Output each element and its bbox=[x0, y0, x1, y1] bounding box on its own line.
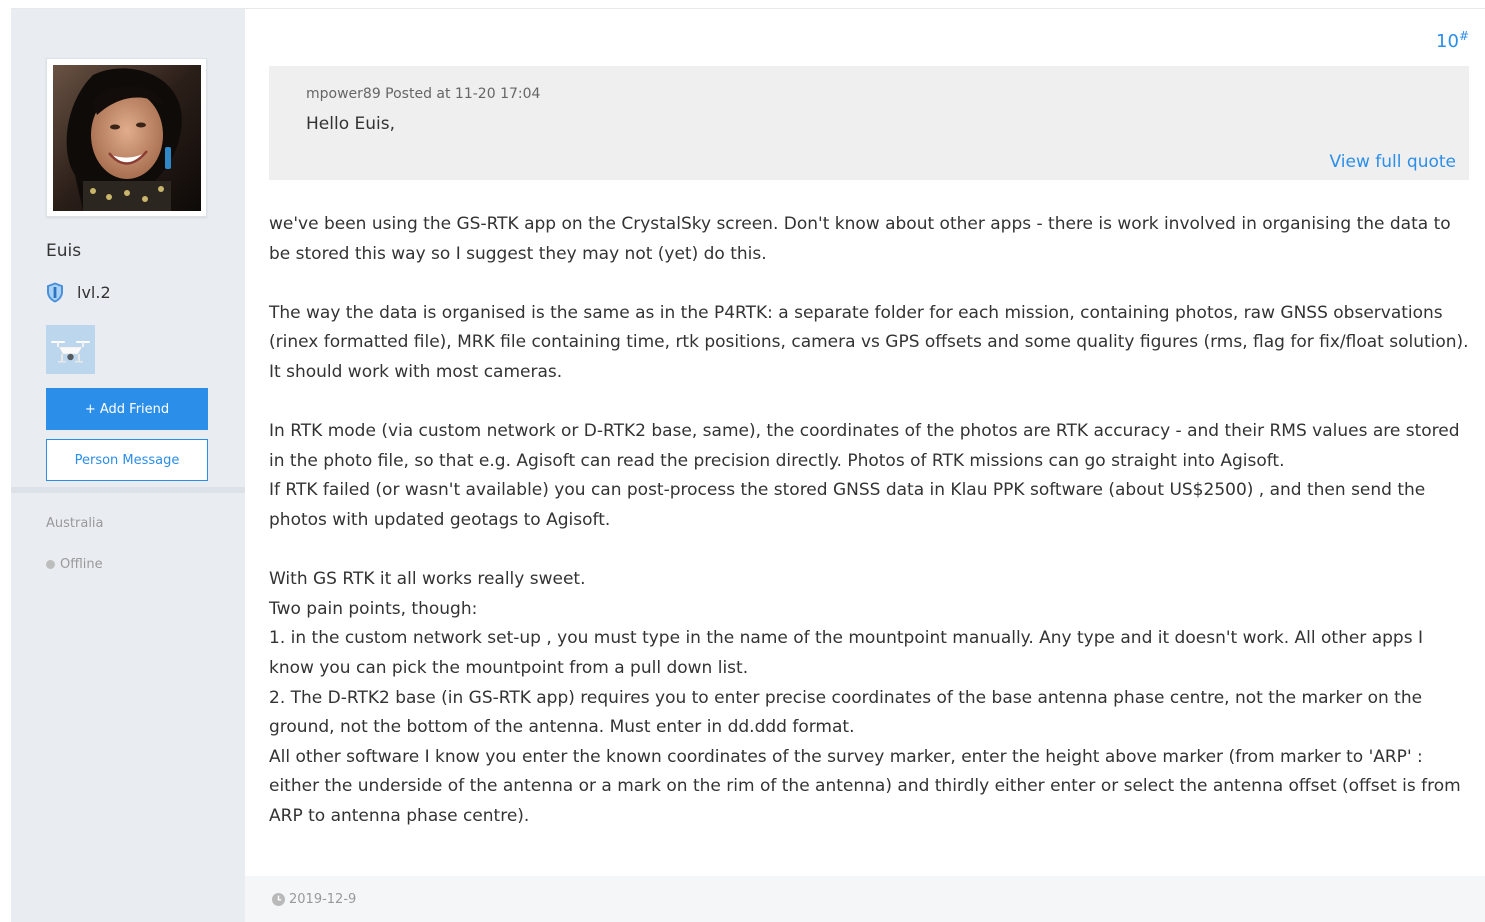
clock-icon bbox=[272, 893, 285, 906]
author-location: Australia bbox=[46, 516, 104, 531]
floor-number[interactable]: 10# bbox=[1436, 29, 1469, 52]
paragraph: All other software I know you enter the … bbox=[269, 746, 1461, 826]
sidebar-divider bbox=[11, 487, 245, 493]
paragraph: Two pain points, though: bbox=[269, 598, 478, 619]
level-text: lvl.2 bbox=[77, 282, 111, 302]
post-body: we've been using the GS-RTK app on the C… bbox=[269, 210, 1469, 831]
quote-block: mpower89 Posted at 11-20 17:04 Hello Eui… bbox=[269, 66, 1469, 180]
paragraph: we've been using the GS-RTK app on the C… bbox=[269, 214, 1451, 264]
add-friend-button[interactable]: + Add Friend bbox=[46, 388, 208, 430]
avatar-image bbox=[53, 65, 201, 211]
paragraph: 2. The D-RTK2 base (in GS-RTK app) requi… bbox=[269, 687, 1423, 738]
avatar-frame[interactable] bbox=[46, 58, 207, 217]
status-text: Offline bbox=[60, 557, 103, 572]
author-card: Euis lvl.2 + Add Friend Person Message bbox=[11, 9, 245, 487]
quote-meta: mpower89 Posted at 11-20 17:04 bbox=[306, 86, 541, 102]
online-status: Offline bbox=[46, 557, 103, 572]
paragraph: 1. in the custom network set-up , you mu… bbox=[269, 628, 1423, 678]
floor-mark: # bbox=[1458, 29, 1469, 43]
post-content: 10# mpower89 Posted at 11-20 17:04 Hello… bbox=[245, 9, 1485, 922]
avatar[interactable] bbox=[53, 65, 201, 211]
date-text: 2019-12-9 bbox=[289, 892, 357, 907]
post-date: 2019-12-9 bbox=[272, 892, 356, 907]
paragraph: With GS RTK it all works really sweet. bbox=[269, 569, 586, 590]
user-level: lvl.2 bbox=[46, 281, 111, 303]
author-name[interactable]: Euis bbox=[46, 241, 81, 261]
paragraph: If RTK failed (or wasn't available) you … bbox=[269, 480, 1426, 530]
offline-dot-icon bbox=[46, 560, 55, 569]
floor-value: 10 bbox=[1436, 31, 1459, 52]
forum-post: Euis lvl.2 + Add Friend Person Message A… bbox=[11, 8, 1485, 922]
paragraph: In RTK mode (via custom network or D-RTK… bbox=[269, 421, 1460, 471]
post-footer: 2019-12-9 bbox=[245, 876, 1485, 922]
person-message-button[interactable]: Person Message bbox=[46, 439, 208, 481]
drone-icon bbox=[51, 341, 90, 363]
paragraph: The way the data is organised is the sam… bbox=[269, 302, 1469, 382]
view-full-quote-link[interactable]: View full quote bbox=[1330, 152, 1456, 172]
shield-icon bbox=[47, 282, 63, 302]
author-sidebar: Euis lvl.2 + Add Friend Person Message A… bbox=[11, 9, 245, 922]
quote-text: Hello Euis, bbox=[306, 114, 395, 134]
medal-badge[interactable] bbox=[46, 325, 95, 374]
